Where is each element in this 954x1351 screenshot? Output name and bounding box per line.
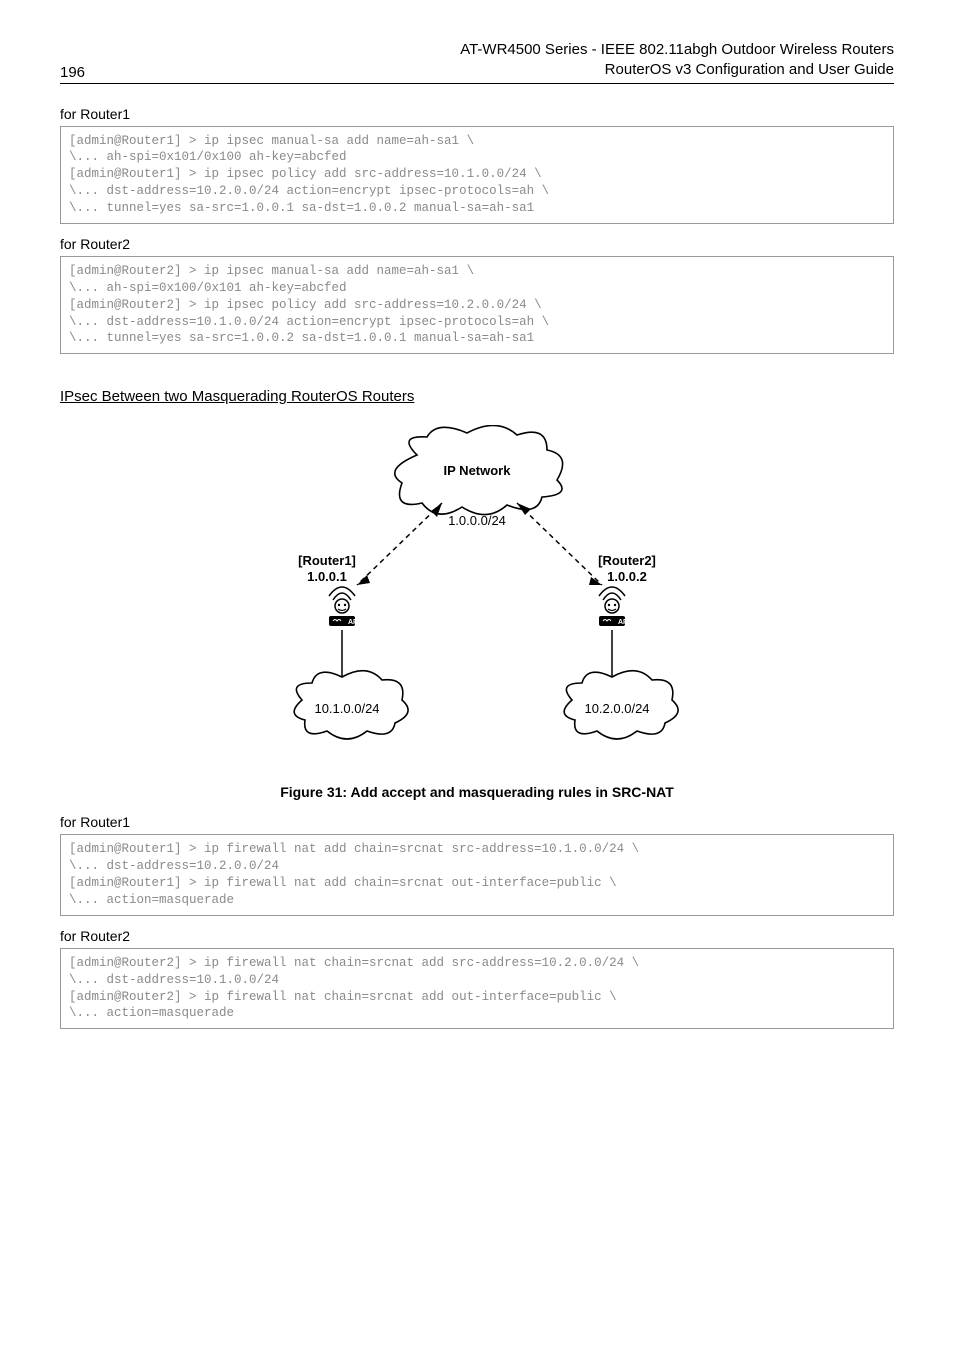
router2-ip: 1.0.0.2 xyxy=(607,569,647,584)
right-subnet-label: 10.2.0.0/24 xyxy=(584,701,649,716)
ip-network-cloud: IP Network 1.0.0.0/24 xyxy=(395,426,563,529)
router2-label-a: for Router2 xyxy=(60,236,894,252)
page-number: 196 xyxy=(60,64,85,81)
ip-network-label: IP Network xyxy=(444,463,512,478)
router2-icon: AP xyxy=(599,587,628,626)
top-subnet-label: 1.0.0.0/24 xyxy=(448,513,506,528)
header-title: AT-WR4500 Series - IEEE 802.11abgh Outdo… xyxy=(460,40,894,81)
router1-ip: 1.0.0.1 xyxy=(307,569,347,584)
right-subnet-cloud: 10.2.0.0/24 xyxy=(564,671,678,739)
svg-text:AP: AP xyxy=(348,619,358,626)
code-router2-nat: [admin@Router2] > ip firewall nat chain=… xyxy=(60,948,894,1030)
router1-label-b: for Router1 xyxy=(60,814,894,830)
figure-caption: Figure 31: Add accept and masquerading r… xyxy=(60,784,894,800)
network-diagram: IP Network 1.0.0.0/24 [Router1] 1.0.0.1 … xyxy=(60,425,894,800)
router1-label-a: for Router1 xyxy=(60,106,894,122)
arrowhead-r1 xyxy=(357,575,370,585)
svg-text:AP: AP xyxy=(618,619,628,626)
code-router1-ipsec: [admin@Router1] > ip ipsec manual-sa add… xyxy=(60,126,894,224)
left-subnet-cloud: 10.1.0.0/24 xyxy=(294,671,408,739)
router1-label: [Router1] xyxy=(298,553,356,568)
left-subnet-label: 10.1.0.0/24 xyxy=(314,701,379,716)
header-title-line1: AT-WR4500 Series - IEEE 802.11abgh Outdo… xyxy=(460,41,894,58)
code-router1-nat: [admin@Router1] > ip firewall nat add ch… xyxy=(60,834,894,916)
link-cloud-router2 xyxy=(517,503,602,585)
header-title-line2: RouterOS v3 Configuration and User Guide xyxy=(605,61,894,78)
router2-label: [Router2] xyxy=(598,553,656,568)
code-router2-ipsec: [admin@Router2] > ip ipsec manual-sa add… xyxy=(60,256,894,354)
section-heading: IPsec Between two Masquerading RouterOS … xyxy=(60,388,894,405)
page-header: 196 AT-WR4500 Series - IEEE 802.11abgh O… xyxy=(60,40,894,84)
link-cloud-router1 xyxy=(357,503,442,585)
router1-icon: AP xyxy=(329,587,358,626)
router2-label-b: for Router2 xyxy=(60,928,894,944)
